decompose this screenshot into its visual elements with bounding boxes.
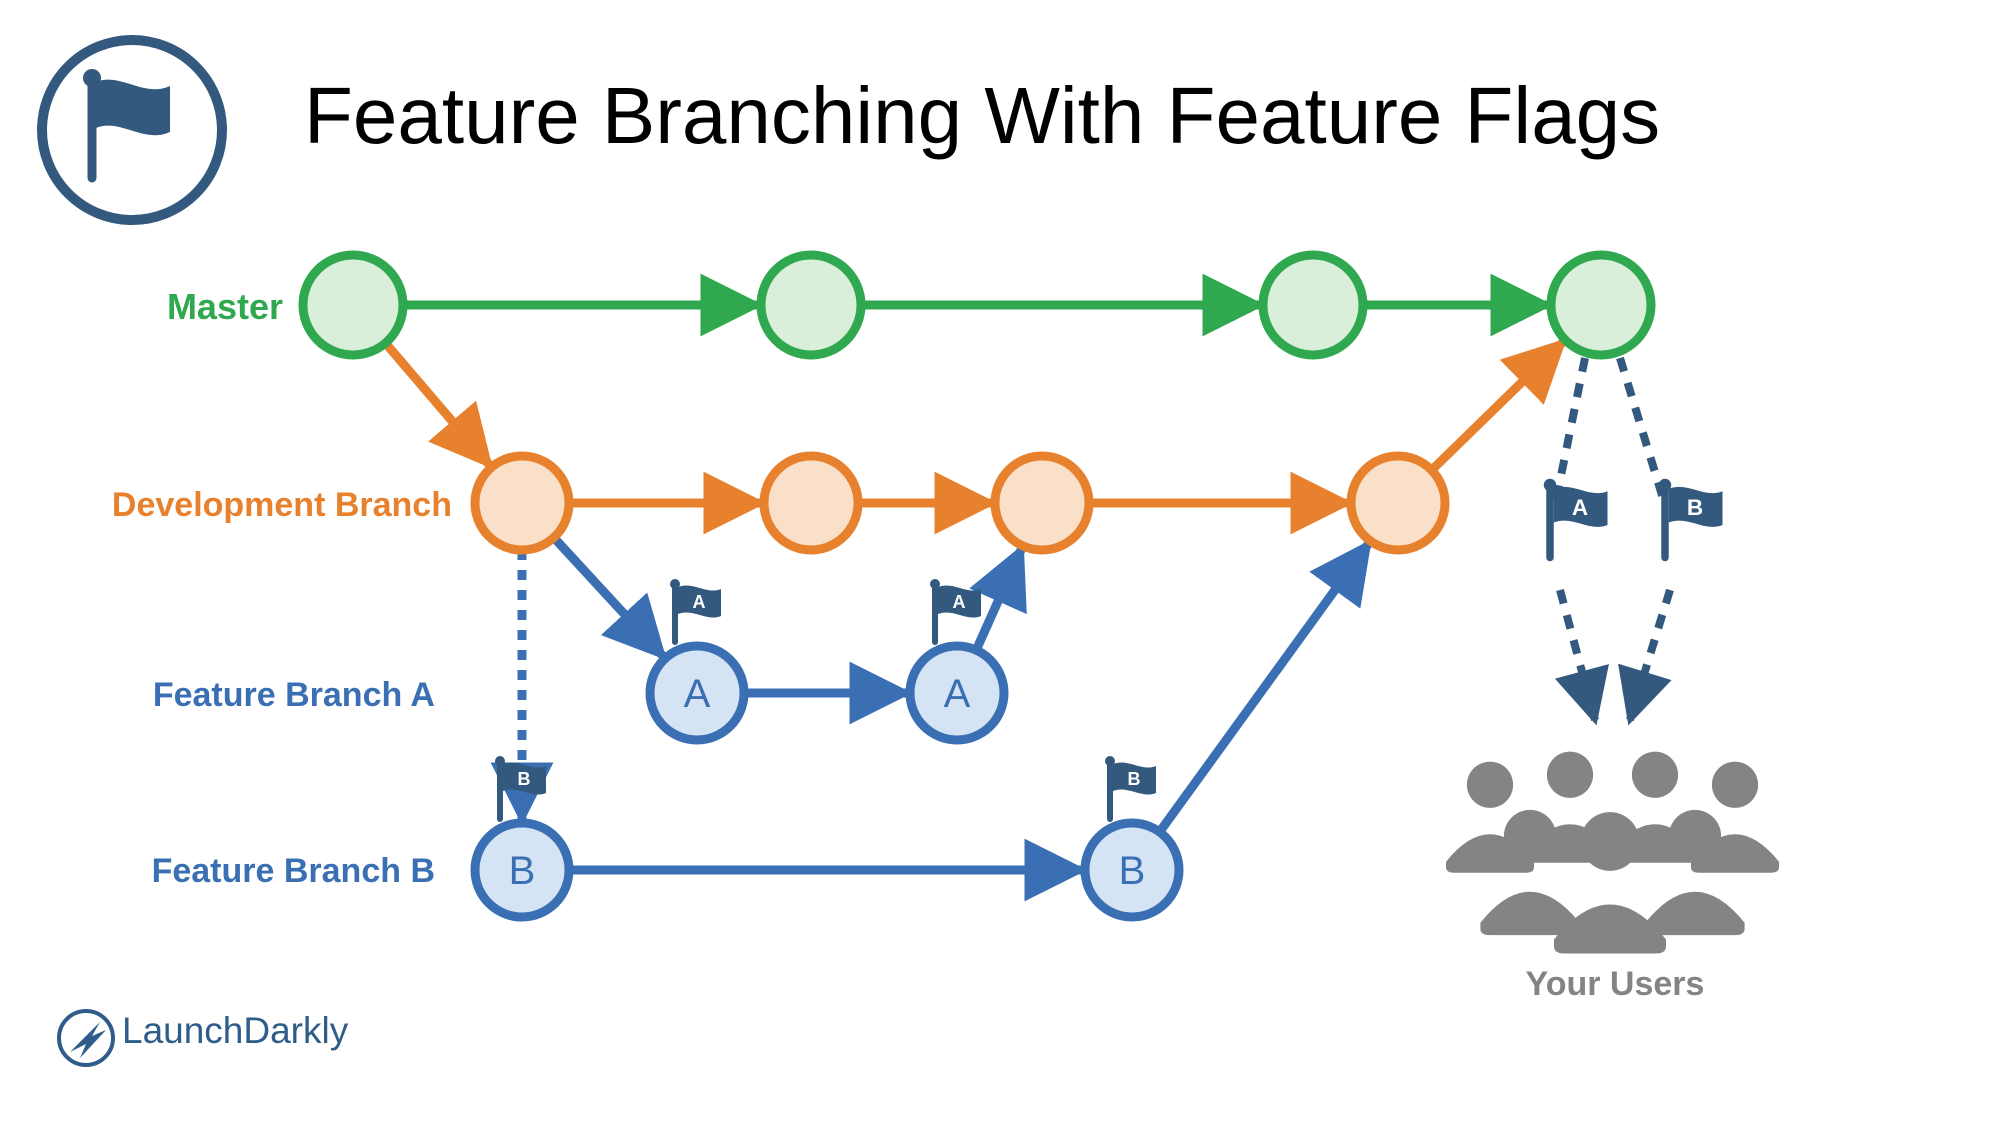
flag-icon: B	[1105, 756, 1156, 819]
svg-text:B: B	[1119, 849, 1146, 893]
edge-b2-d4	[1160, 544, 1368, 832]
svg-text:B: B	[518, 769, 531, 789]
node-d4	[1351, 456, 1445, 550]
flag-icon: A	[930, 579, 981, 642]
svg-text:A: A	[944, 672, 971, 716]
node-a1: AA	[650, 579, 744, 740]
edge-m1-d1	[385, 343, 488, 464]
svg-text:A: A	[693, 592, 706, 612]
node-b2: BB	[1085, 756, 1179, 917]
edge-d4-m4	[1432, 343, 1563, 470]
lane-label-feat-a: Feature Branch A	[0, 676, 435, 715]
diagram-stage: { "title": "Feature Branching With Featu…	[0, 0, 2000, 1125]
svg-text:B: B	[509, 849, 536, 893]
svg-text:A: A	[953, 592, 966, 612]
diagram-svg: AAAABBBB AB	[0, 0, 2000, 1125]
release-line-top-1	[1620, 358, 1665, 505]
flag-icon: A	[670, 579, 721, 642]
node-b1: BB	[475, 756, 569, 917]
node-m3	[1263, 255, 1363, 355]
node-d2	[764, 456, 858, 550]
svg-text:A: A	[684, 672, 711, 716]
svg-text:A: A	[1572, 495, 1588, 520]
svg-text:B: B	[1687, 495, 1703, 520]
release-line-bot-1	[1630, 590, 1670, 720]
launchdarkly-logo-icon	[59, 1011, 113, 1065]
node-a2: AA	[910, 579, 1004, 740]
brand-text: LaunchDarkly	[122, 1010, 348, 1052]
logo-flag-icon	[42, 40, 222, 220]
edge-a2-d3	[976, 550, 1021, 651]
lane-label-feat-b: Feature Branch B	[0, 852, 435, 891]
lane-label-dev: Development Branch	[0, 486, 452, 525]
node-d3	[995, 456, 1089, 550]
svg-text:B: B	[1128, 769, 1141, 789]
lane-label-master: Master	[0, 286, 283, 328]
flag-icon: A	[1544, 479, 1608, 558]
node-m1	[303, 255, 403, 355]
node-d1	[475, 456, 569, 550]
edge-d1-a1	[554, 538, 663, 656]
release-line-top-0	[1555, 358, 1585, 505]
users-label: Your Users	[1470, 965, 1760, 1004]
release-line-bot-0	[1560, 590, 1595, 720]
flag-icon: B	[495, 756, 546, 819]
node-m4	[1551, 255, 1651, 355]
node-m2	[761, 255, 861, 355]
users-icon	[1446, 752, 1779, 954]
flag-icon: B	[1659, 479, 1723, 558]
